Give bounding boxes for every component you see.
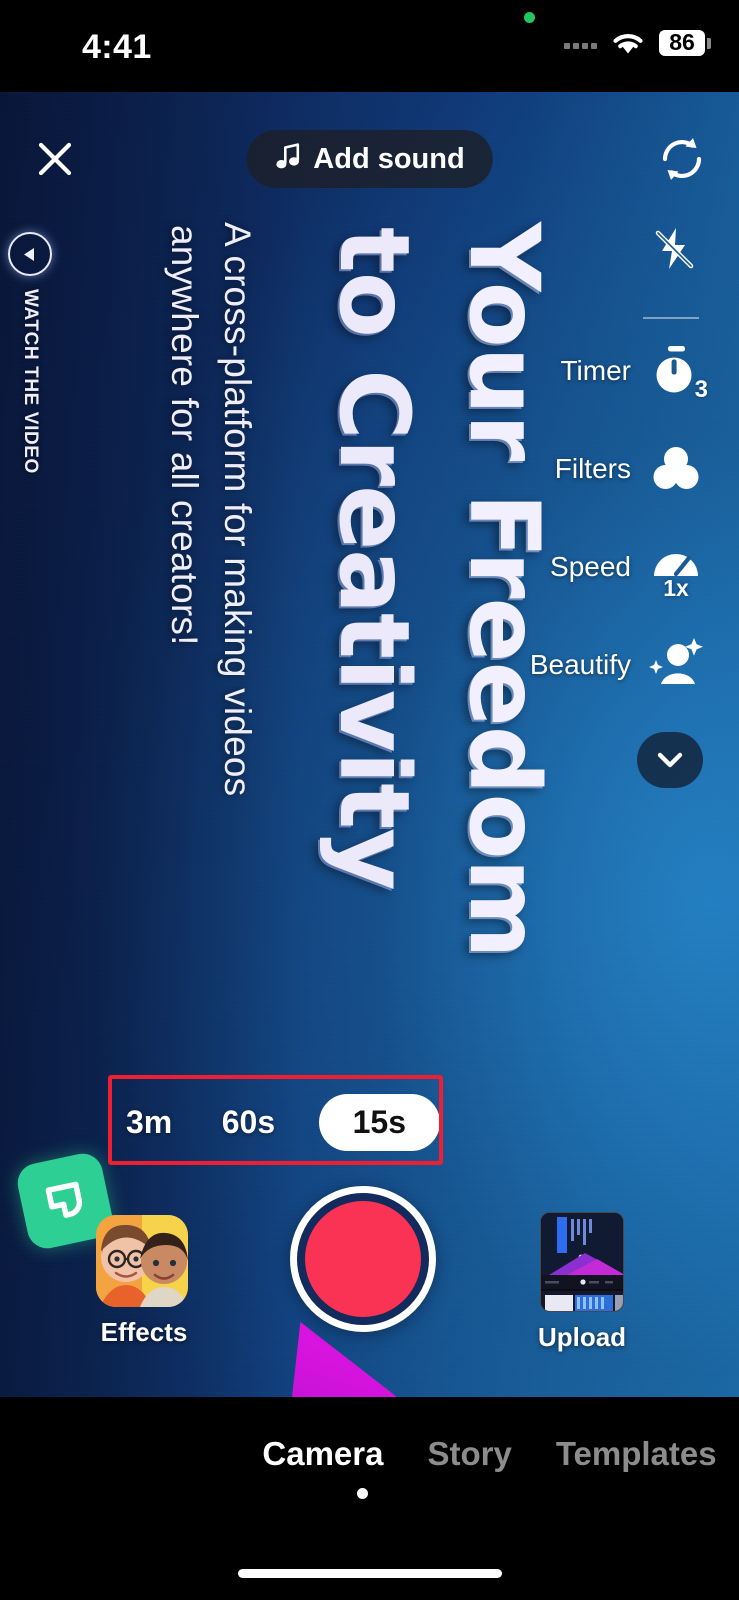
tool-beautify[interactable]: Beautify — [530, 636, 705, 694]
watch-the-video-row[interactable]: WATCH THE VIDEO — [8, 232, 52, 474]
tool-filters[interactable]: Filters — [555, 440, 705, 498]
signal-dots-icon — [564, 37, 597, 49]
timer-stopwatch-icon: 3 — [647, 342, 708, 403]
tool-timer[interactable]: Timer 3 — [560, 342, 708, 403]
wifi-icon — [609, 29, 647, 57]
add-sound-label: Add sound — [313, 142, 465, 175]
promo-tagline-line1: A cross-platform for making videos — [217, 222, 258, 797]
flash-off-icon — [655, 228, 694, 269]
beautify-person-icon — [647, 636, 705, 694]
duration-selector: 3m 60s 15s — [120, 1093, 440, 1151]
camera-flip-icon — [662, 138, 702, 180]
tool-filters-label: Filters — [554, 453, 631, 484]
battery-percent: 86 — [659, 30, 705, 56]
duration-option-3m[interactable]: 3m — [120, 1104, 178, 1141]
upload-button[interactable]: Upload — [532, 1212, 632, 1353]
duration-option-15s[interactable]: 15s — [318, 1093, 440, 1151]
rail-divider — [643, 317, 699, 319]
filters-circles-icon — [647, 440, 705, 498]
tool-beautify-label: Beautify — [529, 649, 631, 680]
effects-button[interactable]: Effects — [96, 1215, 192, 1348]
speed-gauge-icon: 1x — [647, 538, 705, 601]
battery-indicator: 86 — [659, 30, 711, 56]
upload-label: Upload — [537, 1322, 627, 1352]
promo-headline-line1: Your Freedom — [448, 222, 560, 958]
camera-top-bar: Add sound — [0, 92, 739, 252]
music-note-icon — [274, 142, 301, 176]
tool-speed[interactable]: Speed 1x — [550, 538, 705, 601]
duration-option-60s[interactable]: 60s — [216, 1104, 281, 1141]
tab-story[interactable]: Story — [427, 1435, 511, 1473]
status-time: 4:41 — [82, 28, 152, 66]
effects-label: Effects — [100, 1317, 188, 1347]
timer-badge: 3 — [694, 376, 708, 403]
tab-camera[interactable]: Camera — [262, 1435, 383, 1473]
effects-avatars-thumbnail — [96, 1215, 188, 1307]
status-bar: 4:41 86 — [0, 0, 739, 92]
tool-speed-label: Speed — [550, 551, 631, 582]
chevron-down-icon — [657, 752, 683, 768]
collapse-tools-button[interactable] — [637, 732, 703, 788]
record-button-inner — [305, 1201, 421, 1317]
record-button[interactable] — [290, 1186, 436, 1332]
flip-camera-button[interactable] — [655, 132, 709, 186]
close-x-icon — [38, 142, 72, 176]
tab-templates[interactable]: Templates — [556, 1435, 717, 1473]
flash-toggle-button[interactable] — [647, 222, 701, 276]
upload-gallery-thumbnail — [540, 1212, 624, 1312]
tool-timer-label: Timer — [560, 355, 631, 386]
add-sound-button[interactable]: Add sound — [246, 130, 493, 188]
speed-badge: 1x — [663, 575, 689, 601]
promo-headline-line2: to Creativity — [318, 227, 430, 890]
home-indicator — [237, 1569, 502, 1578]
watch-the-video-label: WATCH THE VIDEO — [20, 289, 41, 474]
bottom-tab-bar: Camera Story Templates — [0, 1397, 739, 1600]
promo-tagline-line2: anywhere for all creators! — [164, 225, 205, 646]
active-tab-indicator-dot — [357, 1488, 368, 1499]
green-recording-indicator — [524, 12, 535, 23]
close-button[interactable] — [30, 134, 80, 184]
